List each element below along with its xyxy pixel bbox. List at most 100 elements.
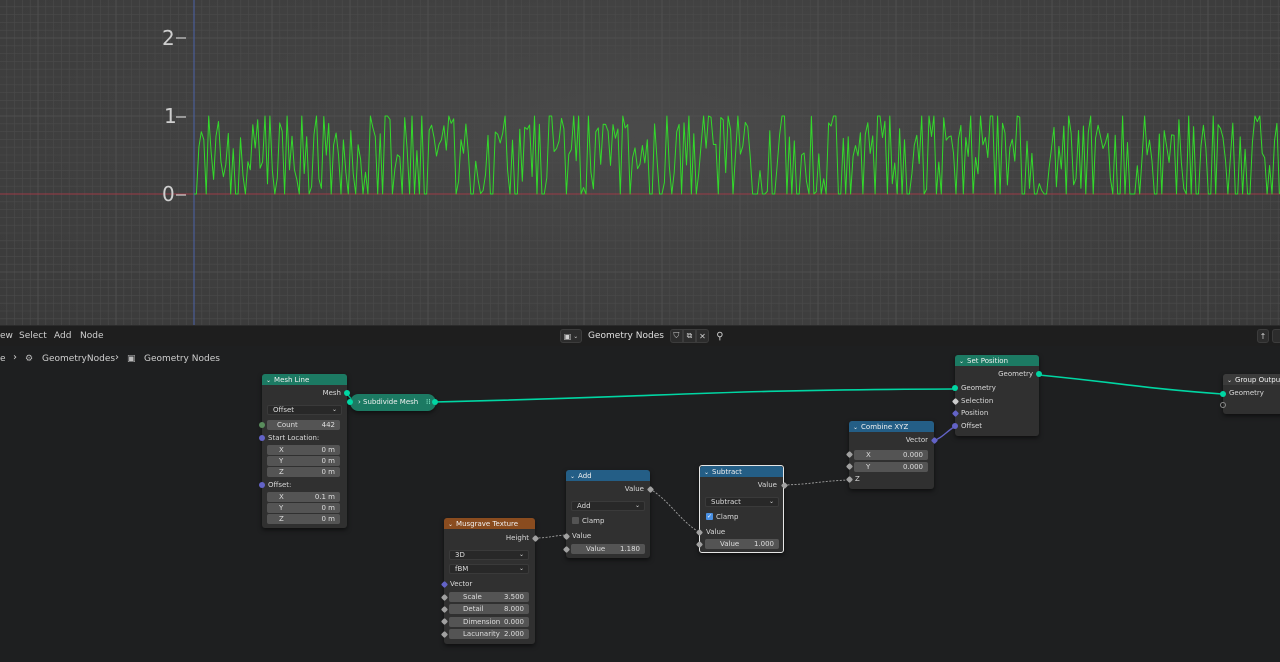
node-title-label: Subtract — [712, 468, 742, 476]
link-musgrave-to-add — [534, 534, 566, 539]
chevron-down-icon: ⌄ — [331, 406, 337, 413]
detail-field[interactable]: Detail 8.000 — [449, 604, 529, 614]
x-field[interactable]: X 0.000 — [854, 450, 928, 460]
chevron-down-icon: ⌄ — [853, 423, 859, 431]
clamp-row: ✓ Clamp — [700, 511, 783, 523]
chevron-right-icon: › — [358, 398, 361, 406]
chevron-down-icon: ⌄ — [704, 468, 710, 476]
musgrave-type-dropdown[interactable]: fBM ⌄ — [449, 564, 529, 574]
output-socket-geometry[interactable] — [1036, 371, 1042, 377]
viewport-grid — [0, 0, 1280, 325]
start-y-field[interactable]: Y0 m — [267, 456, 340, 466]
node-math-add[interactable]: ⌄ Add Value Add ⌄ Clamp Value Value 1.180 — [562, 470, 655, 558]
socket-row-value-out: Value — [757, 481, 777, 489]
socket-label: Mesh — [322, 389, 341, 397]
link-subdivide-to-setposition — [433, 388, 955, 403]
node-title[interactable]: ⌄ Combine XYZ — [849, 421, 934, 432]
node-group-output[interactable]: ⌄ Group Output Geometry — [1220, 374, 1280, 414]
value-field[interactable]: Value 1.000 — [705, 539, 779, 549]
chevron-down-icon: ⌄ — [518, 551, 524, 558]
node-title[interactable]: ⌄ Set Position — [955, 355, 1039, 366]
input-socket-geometry[interactable] — [1220, 391, 1226, 397]
link-setposition-to-output — [1038, 374, 1223, 395]
node-title-label: Add — [578, 472, 592, 480]
start-z-field[interactable]: Z0 m — [267, 467, 340, 477]
start-x-field[interactable]: X0 m — [267, 445, 340, 455]
output-socket-mesh[interactable] — [344, 390, 350, 396]
chevron-down-icon: ⌄ — [518, 565, 524, 572]
scale-field[interactable]: Scale 3.500 — [449, 592, 529, 602]
chevron-down-icon: ⌄ — [634, 502, 640, 509]
node-title[interactable]: ⌄ Subtract — [700, 466, 783, 477]
chevron-down-icon: ⌄ — [266, 376, 272, 384]
mode-dropdown[interactable]: Offset ⌄ — [267, 405, 342, 415]
y-field[interactable]: Y 0.000 — [854, 462, 928, 472]
link-add-to-subtract — [649, 488, 700, 533]
chevron-down-icon: ⌄ — [1227, 376, 1233, 384]
offset-label: Offset: — [268, 481, 292, 489]
input-socket-count[interactable] — [259, 422, 265, 428]
output-socket-mesh[interactable] — [432, 399, 438, 405]
node-title[interactable]: ⌄ Add — [566, 470, 650, 481]
clamp-checkbox[interactable] — [572, 517, 579, 524]
dimensions-dropdown[interactable]: 3D ⌄ — [449, 550, 529, 560]
offset-y-field[interactable]: Y0 m — [267, 503, 340, 513]
chevron-down-icon: ⌄ — [959, 357, 965, 365]
node-math-subtract[interactable]: ⌄ Subtract Value Subtract ⌄ ✓ Clamp Value … — [695, 465, 789, 553]
socket-row-geometry-in: Geometry — [961, 384, 996, 392]
chevron-down-icon: ⌄ — [570, 472, 576, 480]
chevron-down-icon: ⌄ — [448, 520, 454, 528]
input-socket-mesh[interactable] — [347, 399, 353, 405]
node-title-label: Group Output — [1235, 376, 1280, 384]
link-subtract-to-combine-z — [783, 479, 850, 486]
socket-row-z: Z — [855, 475, 860, 483]
node-title-label: Musgrave Texture — [456, 520, 519, 528]
node-title[interactable]: ⌄ Musgrave Texture — [444, 518, 535, 529]
socket-row-vector: Vector — [450, 580, 473, 588]
socket-row-position: Position — [961, 409, 989, 417]
socket-row-geometry: Geometry — [1229, 389, 1264, 397]
hidden-sockets-icon: ⁞⁞ — [426, 398, 431, 406]
input-socket-empty[interactable] — [1220, 402, 1226, 408]
node-set-position[interactable]: ⌄ Set Position Geometry Geometry Selectio… — [951, 355, 1042, 436]
clamp-label: Clamp — [582, 517, 605, 525]
node-combine-xyz[interactable]: ⌄ Combine XYZ Vector X 0.000 Y 0.000 Z — [845, 421, 939, 489]
offset-x-field[interactable]: X 0.1 m — [267, 492, 340, 502]
socket-row-geometry-out: Geometry — [998, 370, 1033, 378]
input-socket-offset[interactable] — [952, 423, 958, 429]
clamp-checkbox[interactable]: ✓ — [706, 513, 713, 520]
node-subdivide-mesh[interactable]: › Subdivide Mesh ⁞⁞ — [347, 394, 438, 411]
start-location-label: Start Location: — [268, 434, 320, 442]
node-title[interactable]: ⌄ Mesh Line — [262, 374, 347, 385]
lacunarity-field[interactable]: Lacunarity 2.000 — [449, 629, 529, 639]
socket-row-vector: Vector — [905, 436, 928, 444]
node-title-label: Combine XYZ — [861, 423, 909, 431]
chevron-down-icon: ⌄ — [768, 498, 774, 505]
node-title-label: Set Position — [967, 357, 1009, 365]
node-editor[interactable]: ew Select Add Node ▣ ⌄ Geometry Nodes ⛉ ⧉… — [0, 325, 1280, 662]
socket-row-height: Height — [505, 534, 529, 542]
node-mesh-line[interactable]: ⌄ Mesh Line Mesh Offset ⌄ Count 442 Start L… — [259, 374, 350, 528]
3d-viewport[interactable]: 2 1 0 — [0, 0, 1280, 325]
y-axis-label-1: 1 — [164, 104, 177, 128]
offset-z-field[interactable]: Z0 m — [267, 514, 340, 524]
count-field[interactable]: Count 442 — [267, 420, 340, 430]
socket-row-value-in: Value — [572, 532, 592, 540]
socket-row-mesh: Mesh — [262, 387, 347, 399]
socket-row-value-out: Value — [624, 485, 644, 493]
operation-dropdown[interactable]: Subtract ⌄ — [705, 497, 779, 507]
node-musgrave-texture[interactable]: ⌄ Musgrave Texture Height 3D ⌄ fBM ⌄ Vector… — [440, 518, 540, 644]
dimension-field[interactable]: Dimension 0.000 — [449, 617, 529, 627]
value-field[interactable]: Value 1.180 — [571, 544, 645, 554]
socket-row-selection: Selection — [961, 397, 994, 405]
y-axis-label-0: 0 — [162, 182, 175, 206]
node-title[interactable]: ⌄ Group Output — [1223, 374, 1280, 385]
socket-row-value-in: Value — [706, 528, 726, 536]
operation-dropdown[interactable]: Add ⌄ — [571, 501, 645, 511]
node-title-label: Subdivide Mesh — [363, 398, 419, 406]
socket-row-offset: Offset — [961, 422, 983, 430]
clamp-label: Clamp — [716, 513, 739, 521]
y-axis-label-2: 2 — [162, 26, 175, 50]
clamp-row: Clamp — [566, 515, 650, 527]
input-socket-geometry[interactable] — [952, 385, 958, 391]
